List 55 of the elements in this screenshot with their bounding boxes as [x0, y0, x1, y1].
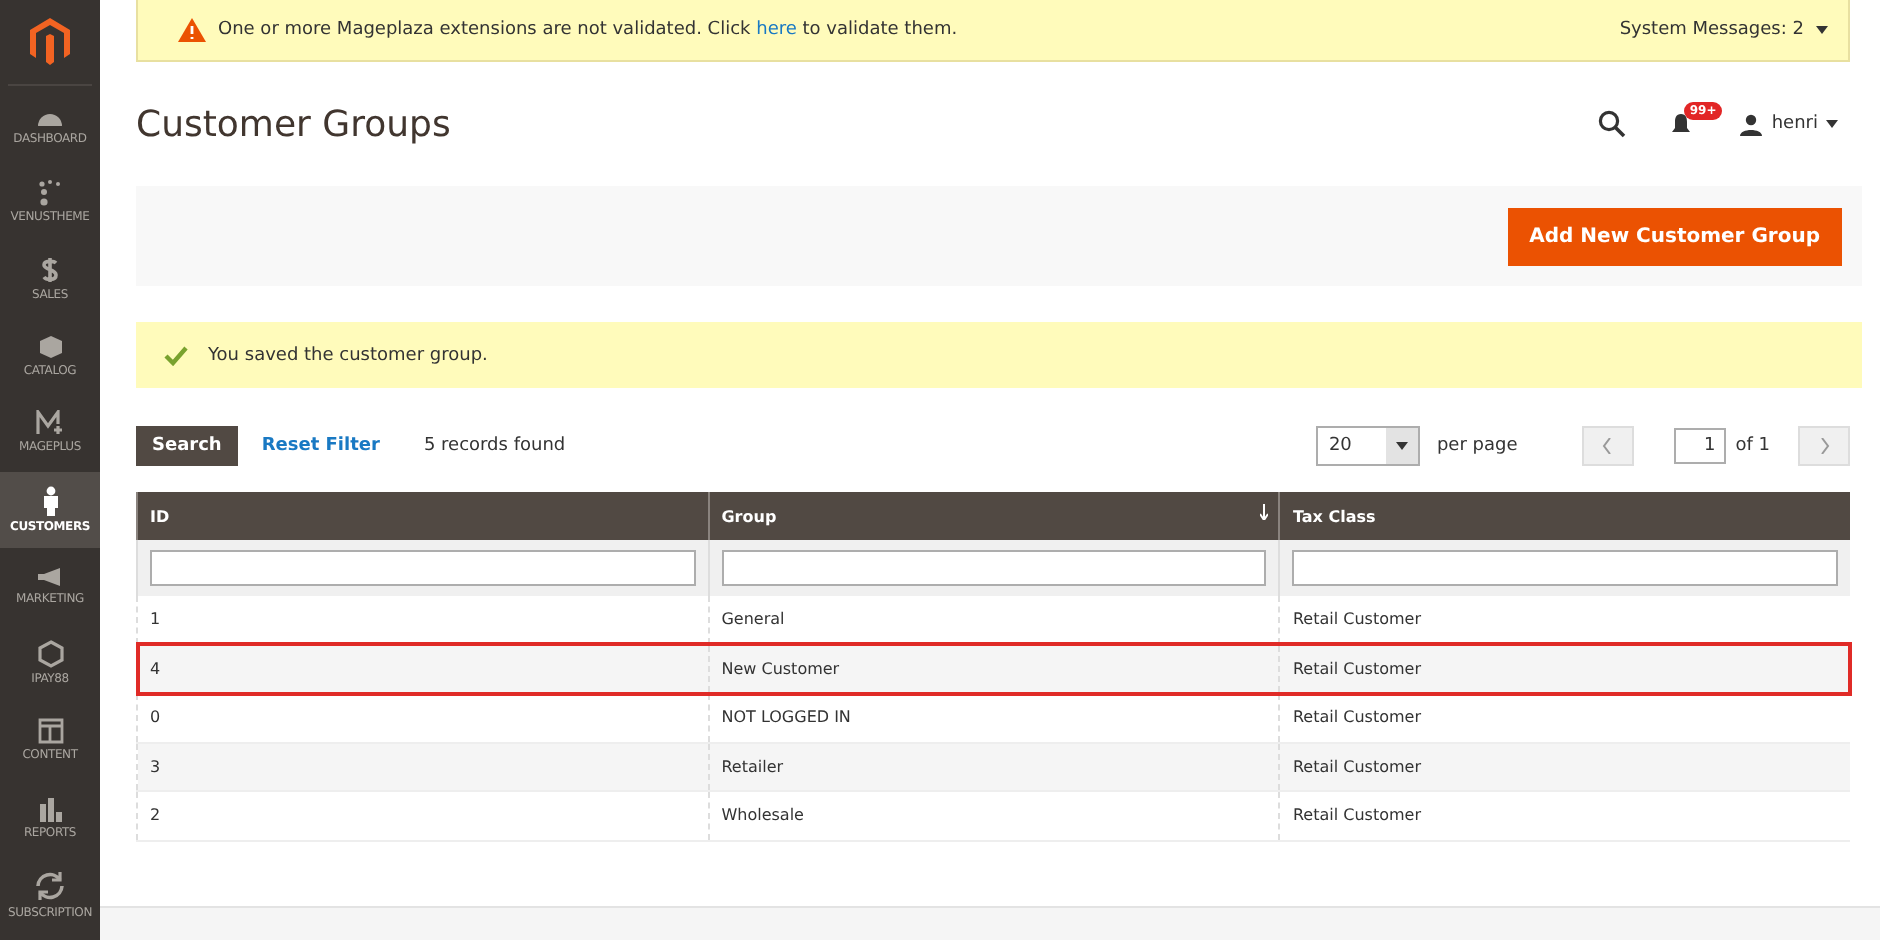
m-plus-icon	[36, 410, 64, 437]
table-cell: 0	[137, 693, 709, 742]
chevron-right-icon	[1819, 438, 1829, 454]
page-number-field[interactable]: 1	[1673, 428, 1726, 464]
search-icon[interactable]	[1597, 110, 1626, 138]
check-icon	[164, 345, 188, 365]
column-header[interactable]: ID	[137, 492, 709, 540]
table-row[interactable]: 1 General Retail Customer	[137, 596, 1850, 644]
table-cell: Retail Customer	[1279, 644, 1850, 693]
column-header[interactable]: Group	[708, 492, 1280, 540]
system-messages-dropdown[interactable]: System Messages: 2	[1619, 20, 1804, 40]
table-cell: Wholesale	[708, 791, 1280, 840]
per-page-select[interactable]: 20	[1316, 426, 1421, 466]
warning-icon	[178, 18, 206, 42]
box-icon	[37, 333, 63, 360]
dollar-icon	[40, 255, 60, 284]
table-cell: 4	[137, 644, 709, 693]
records-count: 5 records found	[423, 436, 566, 456]
hexagon-icon	[37, 640, 63, 669]
filter-field[interactable]	[721, 550, 1267, 586]
caret-icon	[1396, 442, 1409, 450]
megaphone-icon	[35, 566, 65, 589]
column-header[interactable]: Tax Class	[1279, 492, 1850, 540]
table-cell: Retail Customer	[1279, 791, 1850, 840]
table-cell: NOT LOGGED IN	[708, 693, 1280, 742]
caret-icon[interactable]	[1816, 26, 1828, 34]
here-link[interactable]: here	[756, 20, 797, 40]
system-message-text: One or more Mageplaza extensions are not validated. Click here to validate them.	[218, 20, 958, 40]
caret-icon[interactable]	[1826, 120, 1838, 128]
person-icon	[41, 485, 59, 516]
filter-field[interactable]	[150, 550, 696, 586]
search-button[interactable]: Search	[136, 426, 238, 466]
sync-icon	[32, 869, 68, 902]
table-row[interactable]: 2 Wholesale Retail Customer	[137, 791, 1850, 840]
table-cell: 2	[137, 791, 709, 840]
user-icon	[1739, 113, 1762, 135]
filter-field[interactable]	[1292, 550, 1838, 586]
layout-icon	[37, 718, 63, 745]
bar-chart-icon	[37, 795, 63, 822]
per-page-label: per page	[1436, 436, 1518, 456]
page-total: of 1	[1735, 436, 1770, 456]
user-menu[interactable]: henri	[1771, 114, 1818, 134]
table-row[interactable]: 3 Retailer Retail Customer	[137, 742, 1850, 791]
reset-filter-link[interactable]: Reset Filter	[261, 436, 380, 456]
table-row[interactable]: 0 NOT LOGGED IN Retail Customer	[137, 693, 1850, 742]
page-title: Customer Groups	[136, 103, 453, 145]
logo-icon[interactable]	[28, 16, 72, 68]
add-group-button[interactable]: Add New Customer Group	[1507, 207, 1842, 265]
table-row[interactable]: 4 New Customer Retail Customer	[137, 644, 1850, 693]
table-cell: New Customer	[708, 644, 1280, 693]
success-text: You saved the customer group.	[208, 345, 488, 365]
bell-icon[interactable]	[1669, 112, 1692, 136]
chevron-left-icon	[1602, 438, 1613, 454]
dots-icon	[36, 178, 64, 207]
table-cell: Retail Customer	[1279, 693, 1850, 742]
